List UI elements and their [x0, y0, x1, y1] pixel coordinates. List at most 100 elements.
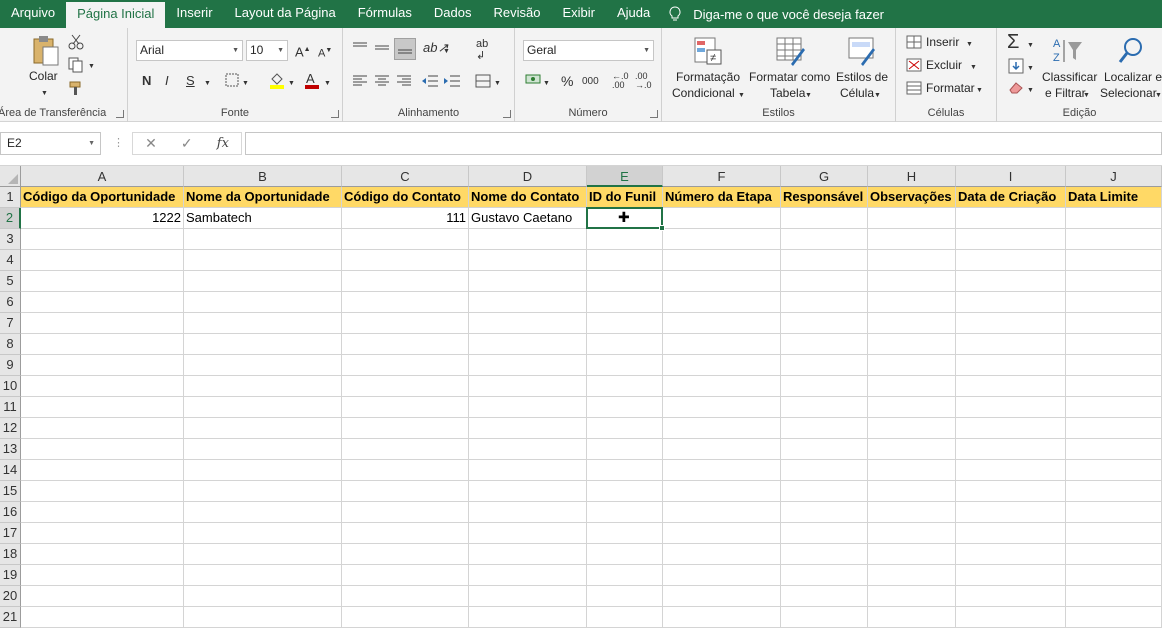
cell-I8[interactable] — [956, 334, 1066, 355]
cell-D20[interactable] — [469, 586, 587, 607]
align-top-icon[interactable] — [352, 41, 368, 55]
cell-C20[interactable] — [342, 586, 469, 607]
cell-C1[interactable]: Código do Contato — [342, 187, 469, 208]
cell-F6[interactable] — [663, 292, 781, 313]
conditional-formatting-icon[interactable]: ≠ — [693, 36, 723, 66]
cell-E10[interactable] — [587, 376, 663, 397]
cell-J4[interactable] — [1066, 250, 1162, 271]
cell-C19[interactable] — [342, 565, 469, 586]
cell-B8[interactable] — [184, 334, 342, 355]
cell-A15[interactable] — [21, 481, 184, 502]
cell-E20[interactable] — [587, 586, 663, 607]
row-header-1[interactable]: 1 — [0, 187, 21, 208]
sort-filter-line1[interactable]: Classificar — [1042, 70, 1097, 85]
cell-I13[interactable] — [956, 439, 1066, 460]
cell-C3[interactable] — [342, 229, 469, 250]
cell-F10[interactable] — [663, 376, 781, 397]
cell-C11[interactable] — [342, 397, 469, 418]
cell-G5[interactable] — [781, 271, 868, 292]
cell-J14[interactable] — [1066, 460, 1162, 481]
cell-G8[interactable] — [781, 334, 868, 355]
row-header-16[interactable]: 16 — [0, 502, 21, 523]
cell-A5[interactable] — [21, 271, 184, 292]
cell-G10[interactable] — [781, 376, 868, 397]
cell-I5[interactable] — [956, 271, 1066, 292]
delete-dropdown-icon[interactable]: ▼ — [970, 60, 977, 76]
cell-G18[interactable] — [781, 544, 868, 565]
cell-A14[interactable] — [21, 460, 184, 481]
cell-F11[interactable] — [663, 397, 781, 418]
cell-H17[interactable] — [868, 523, 956, 544]
cell-E15[interactable] — [587, 481, 663, 502]
cell-B19[interactable] — [184, 565, 342, 586]
cell-A20[interactable] — [21, 586, 184, 607]
alignment-launcher-icon[interactable] — [503, 110, 511, 118]
cell-A21[interactable] — [21, 607, 184, 628]
find-select-line1[interactable]: Localizar e — [1104, 70, 1162, 85]
cell-J6[interactable] — [1066, 292, 1162, 313]
cell-G21[interactable] — [781, 607, 868, 628]
underline-button[interactable]: S — [186, 73, 195, 89]
cell-G13[interactable] — [781, 439, 868, 460]
find-select-icon[interactable] — [1117, 36, 1145, 66]
conditional-dropdown-icon[interactable]: ▼ — [738, 88, 745, 104]
fill-handle[interactable] — [659, 225, 665, 231]
menu-tab-6[interactable]: Revisão — [483, 0, 552, 28]
conditional-formatting-line2[interactable]: Condicional — [672, 86, 735, 101]
cell-A19[interactable] — [21, 565, 184, 586]
decrease-decimal-icon[interactable]: .00 →.0 — [635, 72, 652, 90]
cell-J1[interactable]: Data Limite — [1066, 187, 1162, 208]
cell-F3[interactable] — [663, 229, 781, 250]
row-header-15[interactable]: 15 — [0, 481, 21, 502]
cell-E9[interactable] — [587, 355, 663, 376]
increase-decimal-icon[interactable]: ←.0.00 — [612, 72, 629, 90]
cell-styles-line2[interactable]: Célula — [840, 86, 874, 101]
cell-A18[interactable] — [21, 544, 184, 565]
row-header-21[interactable]: 21 — [0, 607, 21, 628]
cell-styles-line1[interactable]: Estilos de — [836, 70, 888, 85]
cell-J13[interactable] — [1066, 439, 1162, 460]
cell-H14[interactable] — [868, 460, 956, 481]
row-header-14[interactable]: 14 — [0, 460, 21, 481]
cell-G15[interactable] — [781, 481, 868, 502]
cell-I19[interactable] — [956, 565, 1066, 586]
clear-dropdown-icon[interactable]: ▼ — [1027, 83, 1034, 99]
cell-D3[interactable] — [469, 229, 587, 250]
cell-F15[interactable] — [663, 481, 781, 502]
column-header-I[interactable]: I — [956, 166, 1066, 187]
cell-I17[interactable] — [956, 523, 1066, 544]
format-painter-icon[interactable] — [68, 80, 84, 96]
cell-J3[interactable] — [1066, 229, 1162, 250]
cell-H3[interactable] — [868, 229, 956, 250]
column-header-A[interactable]: A — [21, 166, 184, 187]
cell-B6[interactable] — [184, 292, 342, 313]
font-size-select[interactable]: 10 ▼ — [246, 40, 288, 61]
cell-C15[interactable] — [342, 481, 469, 502]
cell-H6[interactable] — [868, 292, 956, 313]
cell-C10[interactable] — [342, 376, 469, 397]
menu-tab-2[interactable]: Inserir — [165, 0, 223, 28]
cell-H19[interactable] — [868, 565, 956, 586]
underline-dropdown-icon[interactable]: ▼ — [204, 76, 211, 92]
cell-C16[interactable] — [342, 502, 469, 523]
insert-function-button[interactable]: fx — [217, 136, 229, 151]
autosum-dropdown-icon[interactable]: ▼ — [1027, 38, 1034, 54]
decrease-font-icon[interactable]: A▼ — [318, 43, 332, 62]
cell-A4[interactable] — [21, 250, 184, 271]
column-header-H[interactable]: H — [868, 166, 956, 187]
cell-F16[interactable] — [663, 502, 781, 523]
cell-J5[interactable] — [1066, 271, 1162, 292]
cell-A12[interactable] — [21, 418, 184, 439]
cell-H15[interactable] — [868, 481, 956, 502]
cell-A3[interactable] — [21, 229, 184, 250]
cell-H2[interactable] — [868, 208, 956, 229]
name-box[interactable]: E2 ▼ — [0, 132, 101, 155]
bold-button[interactable]: N — [142, 73, 151, 89]
cell-E16[interactable] — [587, 502, 663, 523]
cell-A13[interactable] — [21, 439, 184, 460]
cell-G16[interactable] — [781, 502, 868, 523]
column-header-C[interactable]: C — [342, 166, 469, 187]
format-cells-button[interactable]: Formatar — [926, 81, 975, 96]
row-header-11[interactable]: 11 — [0, 397, 21, 418]
delete-cells-button[interactable]: Excluir — [926, 58, 962, 73]
